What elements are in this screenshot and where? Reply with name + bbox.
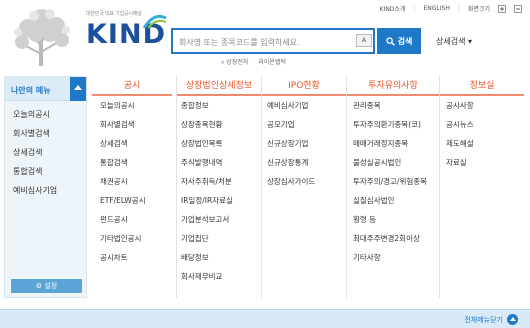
search-button[interactable]: 검색: [377, 28, 421, 54]
menu-link[interactable]: 공모기업: [267, 119, 315, 138]
menu-link[interactable]: 횡령 등: [353, 214, 427, 233]
menu-column-disclosure: 공시 오늘의공시 회사별검색 상세검색 통합검색 채권공시 ETF/ELW공시 …: [92, 76, 172, 298]
page: 대한민국 대표 기업공시채널 KIND KIND소개 | ENGLISH | 화…: [0, 0, 530, 328]
top-links: KIND소개 | ENGLISH | 화면크기: [380, 4, 522, 13]
menu-link[interactable]: 기타사항: [353, 252, 427, 271]
my-menu-item[interactable]: 회사별검색: [13, 128, 57, 147]
magnifier-icon: ⌕: [221, 59, 225, 66]
menu-link[interactable]: 배당정보: [181, 252, 233, 271]
my-menu-item[interactable]: 오늘의공시: [13, 109, 57, 128]
menu-link[interactable]: 자사주취득/처분: [181, 176, 233, 195]
my-menu-title: 나만의 메뉴: [11, 86, 51, 95]
kind-logo[interactable]: 대한민국 대표 기업공시채널 KIND: [86, 10, 172, 54]
menu-link[interactable]: 제도해설: [446, 138, 474, 157]
menu-link[interactable]: 신규상장통계: [267, 157, 315, 176]
my-menu-list: 오늘의공시 회사별검색 상세검색 통합검색 예비심사기업: [13, 109, 57, 204]
menu-link[interactable]: 투자주의/경고/위험종목: [353, 176, 427, 195]
zoom-in-icon[interactable]: [498, 4, 506, 13]
menu-link[interactable]: 실질심사법인: [353, 195, 427, 214]
separator: |: [413, 5, 416, 12]
zoom-out-icon[interactable]: [514, 4, 522, 13]
column-heading[interactable]: 투자유의사항: [347, 76, 439, 96]
column-heading[interactable]: 정보실: [440, 76, 524, 96]
search-option-dropdown[interactable]: A: [356, 34, 372, 47]
search-input[interactable]: [179, 34, 329, 50]
column-item-list: 종합정보 상장종목현황 상장법인목록 주식발행내역 자사주취득/처분 IR일정/…: [181, 100, 233, 290]
menu-link[interactable]: 신규상장기업: [267, 138, 315, 157]
advanced-search-link[interactable]: 상세검색 ▾: [436, 36, 472, 47]
gear-icon: ⚙: [35, 282, 43, 290]
logo-swoosh-icon: [142, 14, 167, 29]
column-item-list: 관리종목 투자주의환기종목(코) 매매거래정지종목 불성실공시법인 투자주의/경…: [353, 100, 427, 271]
menu-link[interactable]: 회사별검색: [100, 119, 146, 138]
menu-link[interactable]: 주식발행내역: [181, 157, 233, 176]
menu-link[interactable]: 통합검색: [100, 157, 146, 176]
sub-link-1[interactable]: ⌕ 상장전자: [221, 57, 248, 67]
menu-link[interactable]: 기업집단: [181, 233, 233, 252]
column-heading[interactable]: 상장법인상세정보: [177, 76, 261, 96]
menu-column-investment-caution: 투자유의사항 관리종목 투자주의환기종목(코) 매매거래정지종목 불성실공시법인…: [347, 76, 439, 298]
menu-link[interactable]: 회사재무비교: [181, 271, 233, 290]
menu-link[interactable]: 공시뉴스: [446, 119, 474, 138]
menu-link[interactable]: 기타법인공시: [100, 233, 146, 252]
my-menu-sidebar: 나만의 메뉴 오늘의공시 회사별검색 상세검색 통합검색 예비심사기업 ⚙ 설정: [4, 76, 87, 298]
screen-size-link[interactable]: 화면크기: [468, 4, 490, 13]
separator: |: [457, 5, 460, 12]
menu-link[interactable]: 관리종목: [353, 100, 427, 119]
menu-link[interactable]: 투자주의환기종목(코): [353, 119, 427, 138]
my-menu-header: 나만의 메뉴: [5, 77, 86, 101]
menu-column-ipo: IPO현황 예비심사기업 공모기업 신규상장기업 신규상장통계 상장심사가이드: [262, 76, 346, 298]
menu-footer-bar: 전체메뉴닫기: [0, 309, 530, 328]
menu-link[interactable]: 펀드공시: [100, 214, 146, 233]
column-item-list: 예비심사기업 공모기업 신규상장기업 신규상장통계 상장심사가이드: [267, 100, 315, 195]
column-heading[interactable]: 공시: [92, 76, 172, 96]
menu-link[interactable]: 상세검색: [100, 138, 146, 157]
menu-link[interactable]: 공시사항: [446, 100, 474, 119]
menu-link[interactable]: 상장심사가이드: [267, 176, 315, 195]
menu-link[interactable]: 자료실: [446, 157, 474, 176]
my-menu-settings-button[interactable]: ⚙ 설정: [11, 279, 82, 293]
menu-link[interactable]: 종합정보: [181, 100, 233, 119]
menu-link[interactable]: 불성실공시법인: [353, 157, 427, 176]
my-menu-item[interactable]: 예비심사기업: [13, 185, 57, 204]
close-all-menu-button[interactable]: 전체메뉴닫기: [464, 314, 518, 325]
column-item-list: 공시사항 공시뉴스 제도해설 자료실: [446, 100, 474, 176]
chevron-up-icon: [507, 314, 518, 325]
tree-illustration: [14, 9, 70, 66]
settings-label: 설정: [44, 282, 58, 290]
column-item-list: 오늘의공시 회사별검색 상세검색 통합검색 채권공시 ETF/ELW공시 펀드공…: [100, 100, 146, 271]
menu-link[interactable]: 상장법인목록: [181, 138, 233, 157]
my-menu-item[interactable]: 통합검색: [13, 166, 57, 185]
menu-link[interactable]: 매매거래정지종목: [353, 138, 427, 157]
sub-links: ⌕ 상장전자 라이온랩턱: [221, 57, 286, 67]
search-icon: [385, 36, 395, 46]
menu-link[interactable]: 최대주주변경2회이상: [353, 233, 427, 252]
column-heading[interactable]: IPO현황: [262, 76, 346, 96]
my-menu-item[interactable]: 상세검색: [13, 147, 57, 166]
menu-link[interactable]: ETF/ELW공시: [100, 195, 146, 214]
menu-link[interactable]: 기업분석보고서: [181, 214, 233, 233]
menu-link[interactable]: 오늘의공시: [100, 100, 146, 119]
close-all-label: 전체메뉴닫기: [464, 315, 503, 324]
menu-link[interactable]: 공시차트: [100, 252, 146, 271]
logo-tagline: 대한민국 대표 기업공시채널: [86, 11, 142, 17]
my-menu-collapse-button[interactable]: [70, 77, 86, 101]
menu-column-listed-company-info: 상장법인상세정보 종합정보 상장종목현황 상장법인목록 주식발행내역 자사주취득…: [177, 76, 261, 298]
english-link[interactable]: ENGLISH: [424, 5, 450, 12]
menu-link[interactable]: 상장종목현황: [181, 119, 233, 138]
sub-link-label: 상장전자: [226, 59, 249, 66]
menu-link[interactable]: IR일정/IR자료실: [181, 195, 233, 214]
search-button-label: 검색: [397, 36, 413, 46]
menu-link[interactable]: 예비심사기업: [267, 100, 315, 119]
kind-intro-link[interactable]: KIND소개: [380, 4, 406, 13]
header: 대한민국 대표 기업공시채널 KIND KIND소개 | ENGLISH | 화…: [0, 0, 530, 70]
sub-link-2[interactable]: 라이온랩턱: [258, 57, 286, 67]
menu-column-info-room: 정보실 공시사항 공시뉴스 제도해설 자료실: [440, 76, 524, 298]
menu-link[interactable]: 채권공시: [100, 176, 146, 195]
search-box: [171, 28, 375, 54]
